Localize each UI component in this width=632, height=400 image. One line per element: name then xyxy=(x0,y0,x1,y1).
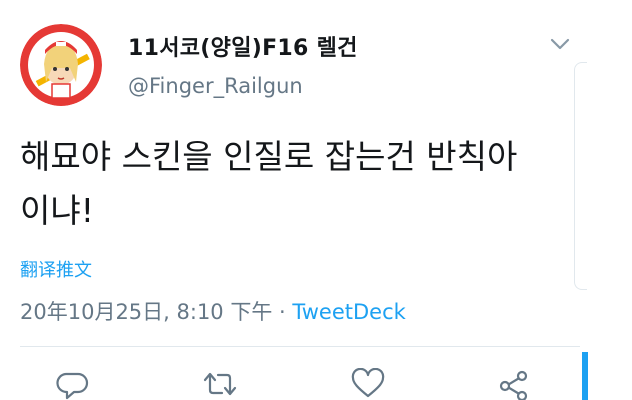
avatar-image xyxy=(20,24,102,106)
translate-tweet-link[interactable]: 翻译推文 xyxy=(20,256,92,282)
chevron-down-icon[interactable] xyxy=(548,34,572,54)
tweet-timestamp[interactable]: 20年10月25日, 8:10 下午 xyxy=(20,300,272,324)
heart-icon[interactable] xyxy=(350,368,386,400)
scrollbar-indicator[interactable] xyxy=(582,352,588,400)
action-divider xyxy=(20,346,580,347)
reply-icon[interactable] xyxy=(56,368,92,400)
display-name[interactable]: 11서코(양일)F16 렐건 xyxy=(128,30,358,62)
avatar[interactable] xyxy=(20,24,102,106)
tweet-text: 해묘야 스킨을 인질로 잡는건 반칙아 이냐! xyxy=(20,137,518,230)
tweet-source-link[interactable]: TweetDeck xyxy=(292,300,405,324)
share-icon[interactable] xyxy=(496,368,532,400)
tweet-meta: 20年10月25日, 8:10 下午 · TweetDeck xyxy=(20,296,406,326)
adjacent-card-edge xyxy=(574,62,587,290)
retweet-icon[interactable] xyxy=(202,368,238,400)
meta-separator: · xyxy=(272,300,293,324)
user-handle[interactable]: @Finger_Railgun xyxy=(128,74,303,98)
